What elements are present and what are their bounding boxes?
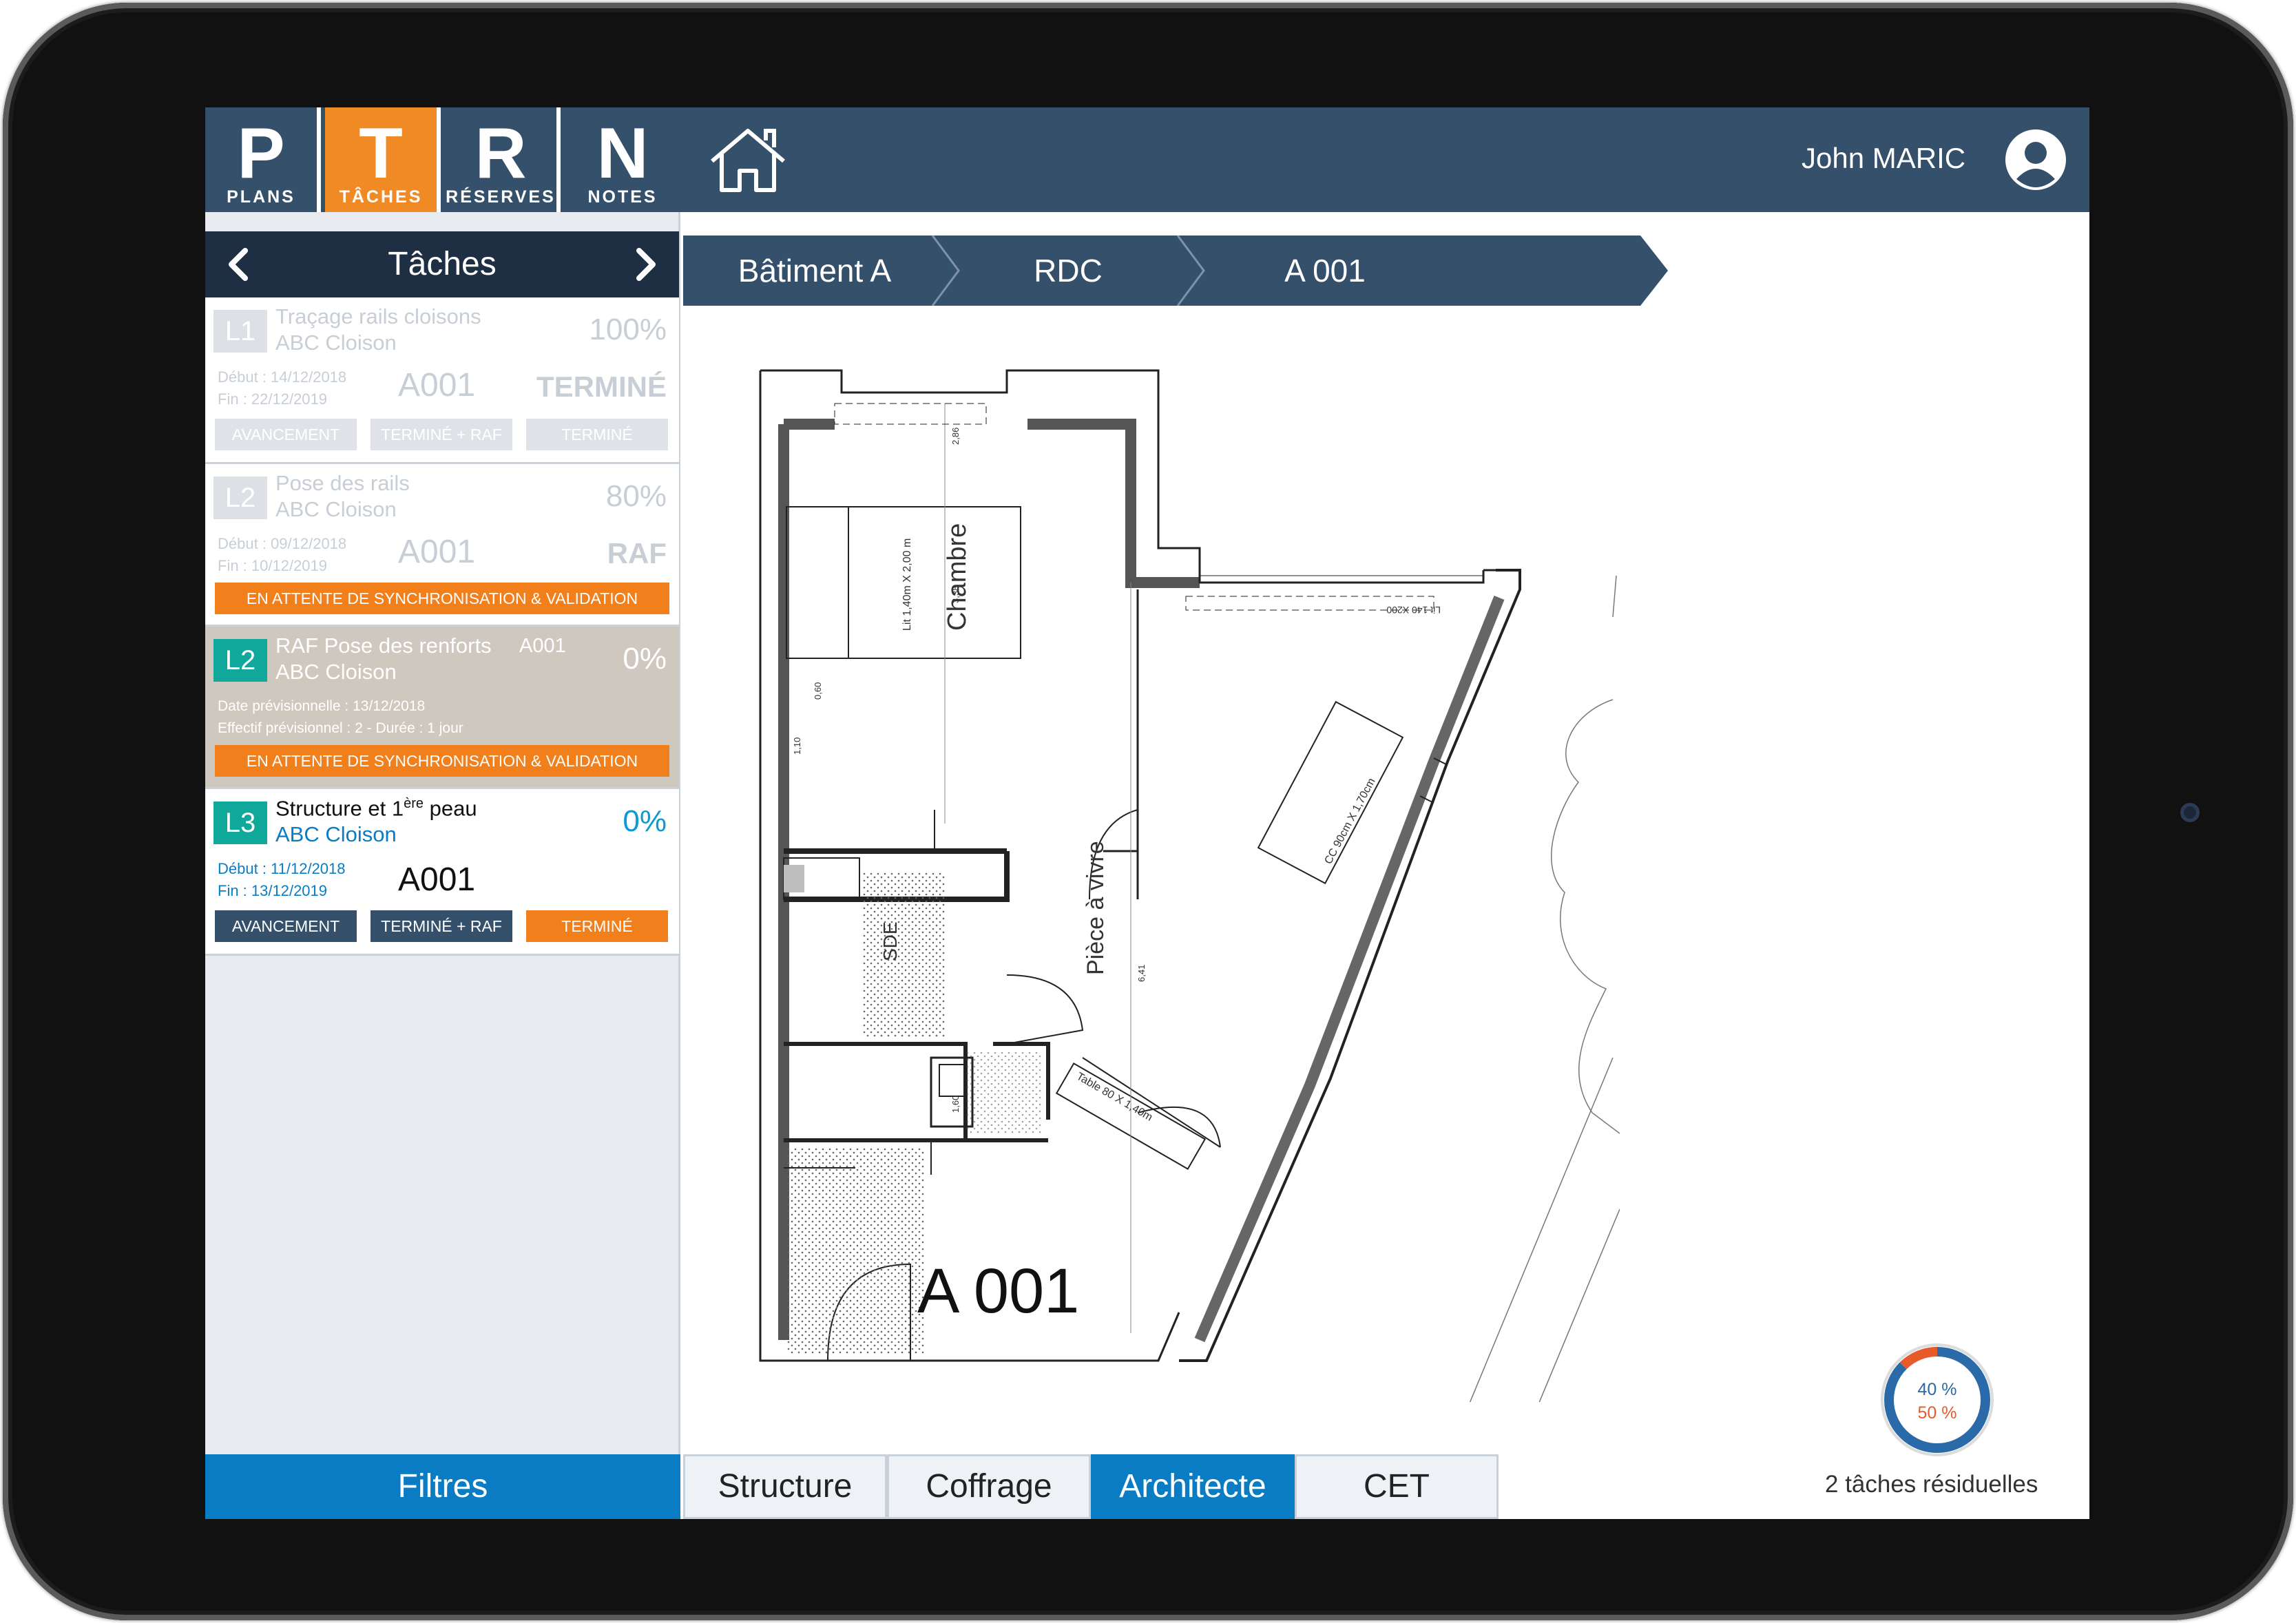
camera-dot [2180, 803, 2200, 822]
breadcrumb: Bâtiment A RDC A 001 [683, 235, 1668, 306]
task-lot-badge: L3 [213, 802, 267, 844]
task-card[interactable]: L2 Pose des rails ABC Cloison 80% Début … [205, 464, 679, 627]
plan-dim-1: 2,86 [950, 428, 961, 445]
task-start-date: Début : 14/12/2018 [218, 368, 347, 386]
progress-value-a: 40 % [1918, 1380, 1957, 1399]
task-card[interactable]: L1 Traçage rails cloisons ABC Cloison 10… [205, 297, 679, 464]
task-card[interactable]: L3 Structure et 1ère peau ABC Cloison 0%… [205, 789, 679, 956]
plan-room-title: A 001 [917, 1256, 1079, 1326]
task-forecast-staff: Effectif prévisionnel : 2 - Durée : 1 jo… [218, 720, 463, 736]
breadcrumb-floor[interactable]: RDC [945, 235, 1191, 306]
floor-plan[interactable]: Chambre Pièce à vivre SDE Lit 1,40m X 2,… [759, 369, 1620, 1402]
nav-notes-label: NOTES [587, 187, 658, 207]
task-lot-badge: L2 [213, 639, 267, 682]
tab-cet[interactable]: CET [1295, 1454, 1499, 1519]
home-icon[interactable] [708, 125, 788, 194]
task-percent: 100% [589, 313, 667, 346]
task-company: ABC Cloison [275, 497, 397, 521]
nav-taches-letter: T [359, 114, 403, 193]
plan-label-bed: Lit 1,40m X 2,00 m [901, 538, 913, 631]
task-title: RAF Pose des renforts [275, 634, 492, 658]
termine-raf-button[interactable]: TERMINÉ + RAF [371, 419, 512, 450]
plan-dim-5: 0,60 [813, 682, 823, 700]
task-status: RAF [607, 537, 667, 569]
app-screen: P PLANS T TÂCHES R RÉSERVES N NOTES John… [205, 107, 2089, 1519]
task-status: TERMINÉ [536, 370, 667, 403]
nav-plans[interactable]: P PLANS [205, 107, 321, 220]
tasks-sidebar: Tâches L1 Traçage rails cloisons ABC Clo… [205, 212, 680, 1519]
task-room: A001 [398, 367, 476, 404]
plan-label-bedroom: Chambre [943, 523, 972, 631]
nav-notes-letter: N [596, 114, 649, 193]
breadcrumb-building[interactable]: Bâtiment A [683, 235, 946, 306]
nav-plans-label: PLANS [227, 187, 295, 207]
user-name[interactable]: John MARIC [1802, 142, 1965, 175]
task-title-main: Structure et 1 [275, 796, 404, 821]
plan-label-living: Pièce à vivre [1083, 841, 1109, 975]
termine-raf-button[interactable]: TERMINÉ + RAF [371, 910, 512, 942]
task-forecast: Date prévisionnelle : 13/12/2018 Effecti… [218, 695, 463, 740]
filters-button[interactable]: Filtres [205, 1454, 680, 1519]
tab-architecte[interactable]: Architecte [1091, 1454, 1295, 1519]
task-end-date: Fin : 22/12/2019 [218, 390, 328, 408]
tab-structure[interactable]: Structure [683, 1454, 887, 1519]
nav-reserves-letter: R [474, 114, 527, 193]
task-card-selected[interactable]: L2 RAF Pose des renforts A001 ABC Cloiso… [205, 627, 679, 789]
plan-label-bathroom: SDE [879, 921, 901, 961]
termine-button[interactable]: TERMINÉ [526, 419, 668, 450]
task-start-date: Début : 11/12/2018 [218, 860, 346, 877]
nav-reserves-label: RÉSERVES [446, 187, 556, 207]
nav-notes[interactable]: N NOTES [565, 107, 680, 220]
task-company: ABC Cloison [275, 822, 397, 846]
task-title: Pose des rails [275, 471, 410, 495]
task-title-tail: peau [424, 796, 477, 821]
task-end-date: Fin : 13/12/2019 [218, 882, 328, 899]
plan-label-cc: CC 90cm X 1,70cm [1323, 776, 1378, 866]
task-forecast-date: Date prévisionnelle : 13/12/2018 [218, 698, 426, 714]
residual-tasks: 2 tâches résiduelles [1825, 1471, 2038, 1498]
task-company: ABC Cloison [275, 331, 397, 355]
plan-dim-3: 6,41 [1136, 965, 1147, 982]
sidebar-header: Tâches [205, 231, 679, 297]
nav-reserves[interactable]: R RÉSERVES [445, 107, 561, 220]
tab-coffrage[interactable]: Coffrage [887, 1454, 1091, 1519]
nav-taches-label: TÂCHES [339, 187, 423, 207]
task-room: A001 [398, 534, 476, 570]
task-lot-badge: L1 [213, 310, 267, 353]
user-circle-icon[interactable] [2004, 128, 2067, 191]
plan-label-lit: Lit 140 X200 [1386, 605, 1441, 616]
avancement-button[interactable]: AVANCEMENT [215, 910, 357, 942]
nav-taches[interactable]: T TÂCHES [325, 107, 441, 220]
avancement-button[interactable]: AVANCEMENT [215, 419, 357, 450]
task-dates: Début : 09/12/2018 Fin : 10/12/2019 [218, 533, 346, 577]
task-company: ABC Cloison [275, 660, 397, 684]
task-dates: Début : 14/12/2018 Fin : 22/12/2019 [218, 366, 346, 410]
task-percent: 0% [623, 642, 667, 676]
sync-pending-banner: EN ATTENTE DE SYNCHRONISATION & VALIDATI… [215, 583, 669, 614]
task-dates: Début : 11/12/2018 Fin : 13/12/2019 [218, 858, 346, 902]
task-percent: 0% [623, 804, 667, 838]
task-title: Structure et 1ère peau [275, 796, 477, 821]
plan-dim-2: 3,38 [950, 586, 961, 603]
task-lot-badge: L2 [213, 477, 267, 519]
plan-dim-4: 1,10 [792, 737, 802, 755]
task-title: Traçage rails cloisons [275, 304, 481, 328]
task-start-date: Début : 09/12/2018 [218, 535, 347, 552]
task-room: A001 [398, 861, 476, 898]
progress-donut: 40 % 50 % [1881, 1343, 1994, 1456]
progress-value-b: 50 % [1918, 1403, 1957, 1423]
chevron-right-icon[interactable] [627, 247, 662, 282]
sync-pending-banner: EN ATTENTE DE SYNCHRONISATION & VALIDATI… [215, 745, 669, 777]
termine-button[interactable]: TERMINÉ [526, 910, 668, 942]
sidebar-title: Tâches [388, 246, 497, 282]
task-percent: 80% [605, 479, 667, 513]
task-end-date: Fin : 10/12/2019 [218, 557, 328, 574]
task-title-sup: ère [404, 796, 424, 811]
task-room-inline: A001 [519, 635, 566, 657]
plan-dim-6: 1,60 [950, 1096, 961, 1113]
top-bar: P PLANS T TÂCHES R RÉSERVES N NOTES John… [205, 107, 2089, 220]
nav-plans-letter: P [237, 114, 285, 193]
breadcrumb-room[interactable]: A 001 [1190, 235, 1460, 306]
